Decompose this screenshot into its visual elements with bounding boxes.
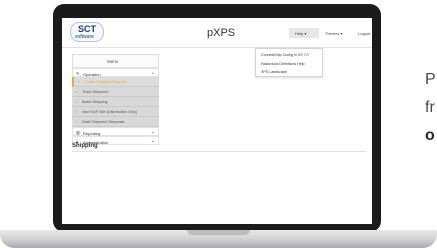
chevron-down-icon: ⌄ <box>150 129 155 135</box>
sidebar-section-reporting[interactable]: ▥ Reporting ⌄ <box>72 127 159 136</box>
menu-title: Menu <box>107 59 119 64</box>
sidebar-item-new-kaf-site[interactable]: › New KAF Site (Distribution Only) <box>72 107 159 117</box>
promo-text-line-1: P <box>425 71 436 88</box>
stage: SCT software pXPS Help ▾ Themes ▾ Logout… <box>0 0 437 248</box>
sidebar-item-track-shipment[interactable]: › Track Shipment <box>72 87 159 97</box>
app-title: pXPS <box>207 27 236 39</box>
chevron-down-icon: ⌄ <box>150 138 155 144</box>
page-title: Shipping <box>72 143 98 149</box>
laptop-notch <box>187 230 250 235</box>
themes-menu-button[interactable]: Themes ▾ <box>325 31 343 36</box>
logout-link[interactable]: Logout <box>358 31 370 36</box>
laptop-screen: SCT software pXPS Help ▾ Themes ▾ Logout… <box>62 18 372 224</box>
bullet-icon: › <box>76 89 78 94</box>
promo-text-line-3: o <box>425 127 435 144</box>
sidebar-item-label: New KAF Site (Distribution Only) <box>82 110 138 114</box>
bullet-icon: › <box>78 79 80 84</box>
help-menu-button[interactable]: Help ▾ <box>289 28 319 38</box>
help-item-landscape[interactable]: XPS Landscape <box>261 70 287 74</box>
heading-divider <box>72 151 366 152</box>
logo-text: SCT <box>78 24 96 34</box>
pencil-icon: ✎ <box>76 71 80 76</box>
app-header: SCT software pXPS Help ▾ Themes ▾ Logout <box>62 18 372 48</box>
sct-logo[interactable]: SCT software <box>70 22 104 42</box>
sidebar-item-draft-shipment-requests[interactable]: › Draft Shipment Requests <box>72 117 159 127</box>
reporting-label: Reporting <box>83 130 101 136</box>
help-item-hazardous[interactable]: Hazardous Definitions Help <box>261 62 305 66</box>
sidebar-item-create-shipping-request[interactable]: › Create Shipping Request <box>72 77 159 87</box>
sidebar-item-label: Batch Shipping <box>82 100 108 104</box>
bullet-icon: › <box>76 99 78 104</box>
menu-header: Menu <box>72 54 159 68</box>
chevron-down-icon: ⌄ <box>150 70 155 76</box>
sidebar-item-batch-shipping[interactable]: › Batch Shipping <box>72 97 159 107</box>
sidebar-item-label: Create Shipping Request <box>84 80 127 84</box>
sidebar-item-label: Draft Shipment Requests <box>82 120 125 124</box>
promo-text-line-2: fr <box>425 99 435 116</box>
logo-subtext: software <box>75 34 94 40</box>
help-item-connectship[interactable]: ConnectShip Config in XS 7.0 <box>261 53 309 57</box>
sidebar-item-label: Track Shipment <box>82 90 109 94</box>
help-dropdown: ConnectShip Config in XS 7.0 Hazardous D… <box>255 48 323 77</box>
operation-label: Operation <box>83 71 101 77</box>
bar-chart-icon: ▥ <box>76 130 80 135</box>
bullet-icon: › <box>76 119 78 124</box>
bullet-icon: › <box>76 109 78 114</box>
sidebar-menu: Menu ✎ Operation ⌄ › Create Shipping Req… <box>72 54 159 174</box>
sidebar-section-operation[interactable]: ✎ Operation ⌄ <box>72 68 159 77</box>
